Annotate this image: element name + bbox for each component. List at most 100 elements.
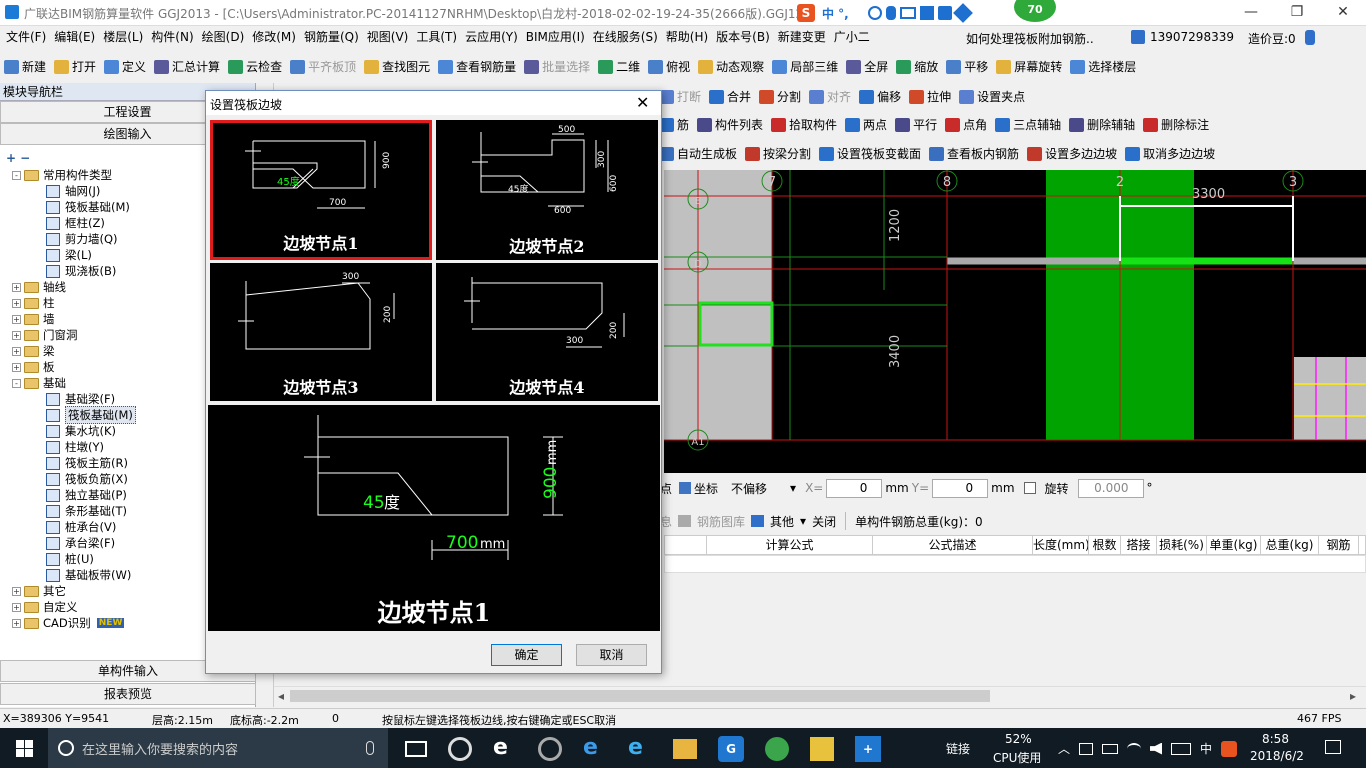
slope-node-4-option[interactable]: 300 200 边坡节点4 [436,263,658,401]
tree-toggle-icon[interactable]: - [12,378,21,388]
volume-icon[interactable] [1150,742,1163,755]
rotate-input[interactable]: 0.000 [1077,478,1144,498]
offset-select[interactable]: 不偏移 [731,480,787,497]
minimize-button[interactable]: — [1228,0,1274,26]
toolbar-button[interactable]: 局部三维 [768,56,842,78]
toolbar-button[interactable]: 平行 [891,114,941,136]
glodon-g-icon[interactable]: G [718,736,744,762]
toolbar-button[interactable]: 汇总计算 [150,56,224,78]
battery-icon[interactable] [1102,743,1119,754]
scroll-thumb[interactable] [290,690,990,702]
toolbar-button[interactable]: 选择楼层 [1066,56,1140,78]
spiral-app-icon[interactable] [538,737,562,761]
cad-canvas[interactable]: 7 8 2 3 E D A1 1200 3400 3300 [664,170,1366,473]
menu-item[interactable]: BIM应用(I) [522,26,589,49]
toolbar-button[interactable]: 云检查 [224,56,286,78]
menu-item[interactable]: 帮助(H) [662,26,712,49]
toolbar-button[interactable]: 俯视 [644,56,694,78]
task-view-icon[interactable] [405,741,427,757]
windows-start-icon[interactable] [16,740,33,757]
menu-item[interactable]: 版本号(B) [712,26,774,49]
toolbar-button[interactable]: 屏幕旋转 [992,56,1066,78]
slope-node-2-option[interactable]: 500 300 600 600 45度 边坡节点2 [436,120,658,260]
menu-item[interactable]: 楼层(L) [99,26,147,49]
rotate-checkbox[interactable] [1023,482,1036,494]
user-phone[interactable]: 13907298339 [1150,30,1234,44]
rebar-table-body[interactable] [664,555,1366,573]
input-language[interactable]: 中 [1200,740,1212,757]
wifi-icon[interactable] [1127,742,1142,755]
chevron-down-icon[interactable]: ▾ [800,514,806,528]
toolbar-button[interactable]: 批量选择 [520,56,594,78]
toolbar-button[interactable]: 动态观察 [694,56,768,78]
close-window-button[interactable]: ✕ [1320,0,1366,26]
tree-toggle-icon[interactable]: + [12,330,21,340]
toolbar-button[interactable]: 自动生成板 [655,143,741,165]
column-header[interactable]: 计算公式 [707,536,873,554]
column-header[interactable] [665,536,707,554]
toolbar-button[interactable]: 点角 [941,114,991,136]
edge-browser-icon[interactable]: e [583,737,607,761]
toolbar-button[interactable]: 偏移 [855,86,905,108]
ime-mode[interactable]: 中 °, [822,5,849,22]
tree-toggle-icon[interactable]: - [12,170,21,180]
menu-item[interactable]: 钢筋量(Q) [300,26,363,49]
help-link[interactable]: 如何处理筏板附加钢筋.. [966,30,1094,47]
restore-button[interactable]: ❐ [1274,0,1320,26]
clock-date[interactable]: 2018/6/2 [1250,749,1304,763]
column-header[interactable]: 公式描述 [873,536,1033,554]
scroll-right-icon[interactable]: ▸ [1350,689,1356,703]
collapse-all-icon[interactable]: − [20,151,30,165]
toolbar-button[interactable]: 二维 [594,56,644,78]
toolbar-button[interactable]: 按梁分割 [741,143,815,165]
column-header[interactable]: 根数 [1089,536,1121,554]
rebar-library-button[interactable]: 钢筋图库 [697,513,745,530]
toolbar-button[interactable]: 打断 [655,86,705,108]
report-preview-button[interactable]: 报表预览 [0,683,256,705]
menu-item[interactable]: 新建变更 [774,26,830,49]
close-detail-button[interactable]: 关闭 [812,513,836,530]
fan-app-icon[interactable] [448,737,472,761]
clock-time[interactable]: 8:58 [1262,732,1289,746]
active-app-icon[interactable]: + [855,736,881,762]
toolbar-button[interactable]: 构件列表 [693,114,767,136]
internet-explorer-icon[interactable]: e [628,737,652,761]
toolbar-button[interactable]: 查找图元 [360,56,434,78]
scroll-left-icon[interactable]: ◂ [278,689,284,703]
toolbar-button[interactable]: 合并 [705,86,755,108]
toolbar-button[interactable]: 删除辅轴 [1065,114,1139,136]
green-app-icon[interactable] [765,737,789,761]
file-explorer-icon[interactable] [673,739,697,759]
drawing-svg[interactable]: 7 8 2 3 E D A1 1200 3400 3300 [664,170,1366,473]
toolbar-button[interactable]: 取消多边边坡 [1121,143,1219,165]
toolbar-button[interactable]: 查看钢筋量 [434,56,520,78]
taskbar-search-box[interactable]: 在这里输入你要搜索的内容 [48,728,388,768]
toolbar-button[interactable]: 对齐 [805,86,855,108]
expand-all-icon[interactable]: + [6,151,16,165]
price-beans[interactable]: 造价豆:0 [1248,30,1296,47]
menu-item[interactable]: 视图(V) [363,26,413,49]
y-input[interactable]: 0 [932,478,989,498]
column-header[interactable]: 长度(mm) [1033,536,1089,554]
dialog-close-icon[interactable]: ✕ [636,93,649,112]
toolbar-button[interactable]: 查看板内钢筋 [925,143,1023,165]
coordinate-option[interactable]: 坐标 [694,480,718,497]
cancel-button[interactable]: 取消 [576,644,647,666]
link-label[interactable]: 链接 [946,740,970,757]
microphone-icon[interactable] [366,741,374,755]
tree-toggle-icon[interactable]: + [12,362,21,372]
sogou-ime-icon[interactable]: S [797,4,815,22]
toolbar-button[interactable]: 设置筏板变截面 [815,143,925,165]
sogou-tray-icon[interactable] [1221,740,1238,757]
toolbar-button[interactable]: 拉伸 [905,86,955,108]
toolbar-button[interactable]: 两点 [841,114,891,136]
column-header[interactable]: 钢筋 [1319,536,1359,554]
tree-toggle-icon[interactable]: + [12,346,21,356]
toolbar-button[interactable]: 全屏 [842,56,892,78]
chevron-down-icon[interactable]: ▾ [790,481,796,495]
menu-item[interactable]: 构件(N) [147,26,197,49]
slope-node-3-option[interactable]: 300 200 边坡节点3 [210,263,432,401]
notes-app-icon[interactable] [810,737,834,761]
menu-item[interactable]: 工具(T) [412,26,461,49]
column-header[interactable]: 总重(kg) [1261,536,1319,554]
